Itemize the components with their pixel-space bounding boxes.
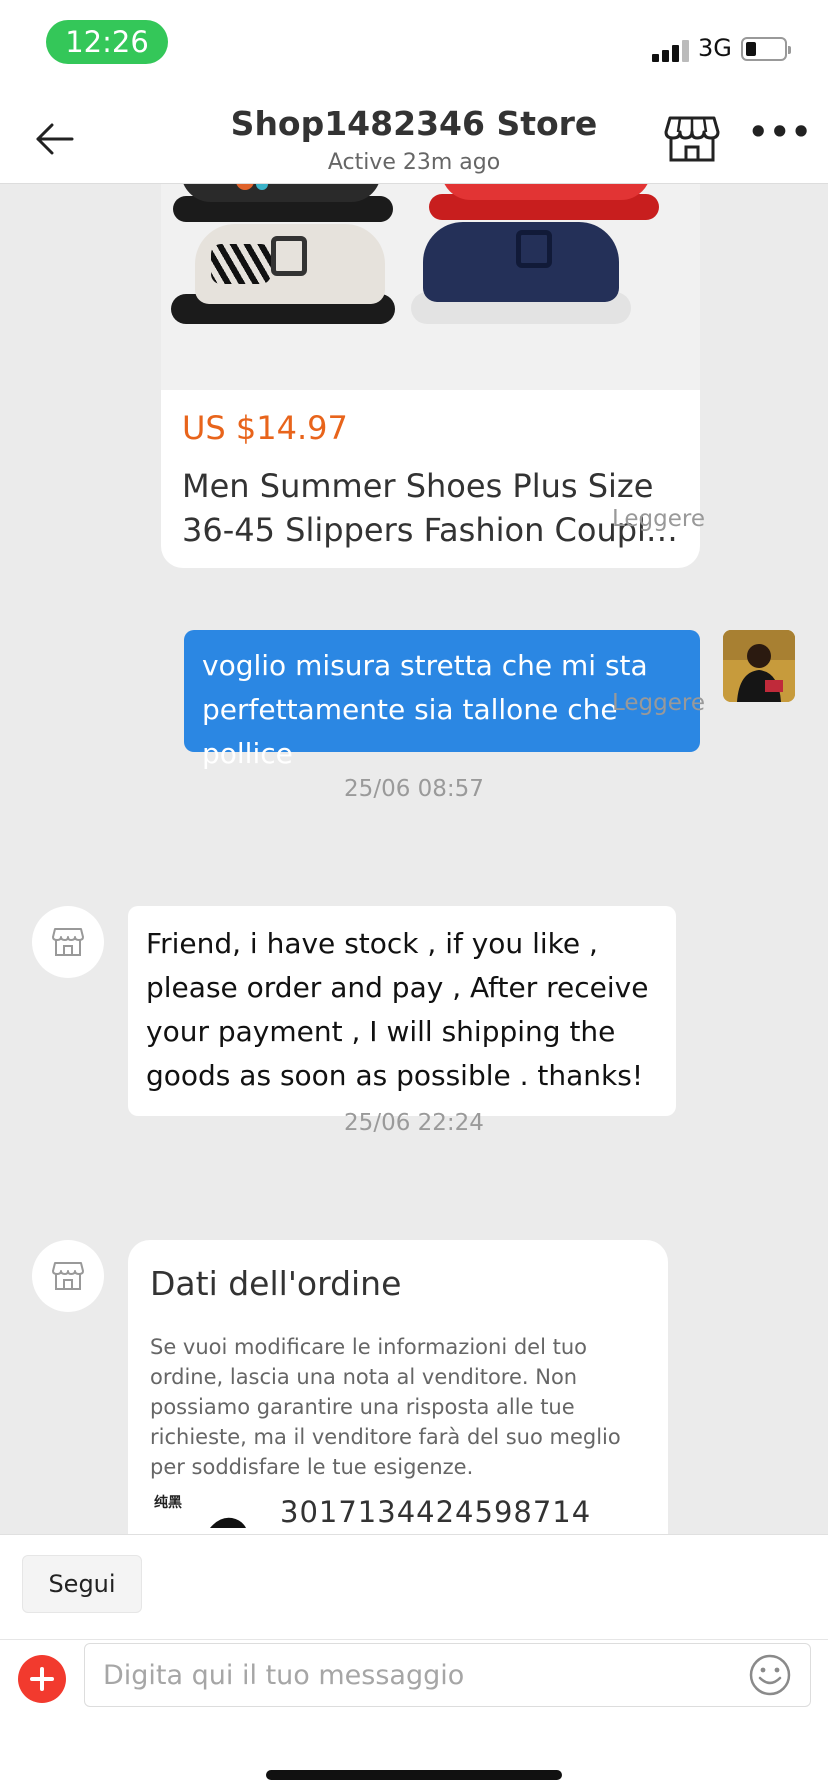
divider — [0, 1639, 828, 1640]
more-horizontal-icon: ••• — [748, 113, 813, 151]
network-type: 3G — [698, 34, 732, 62]
store-avatar[interactable] — [32, 1240, 104, 1312]
storefront-icon — [52, 1262, 84, 1290]
seller-message-bubble: Friend, i have stock , if you like , ple… — [128, 906, 676, 1116]
user-photo — [723, 630, 795, 702]
signal-strength-icon — [652, 38, 690, 62]
battery-icon — [741, 37, 791, 61]
status-bar: 12:26 3G — [0, 0, 828, 92]
storefront-icon — [52, 928, 84, 956]
chat-header: Shop1482346 Store Active 23m ago ••• — [0, 92, 828, 184]
read-receipt: Leggere — [612, 506, 706, 532]
order-number[interactable]: 3017134424598714 — [280, 1495, 591, 1529]
product-name-line-1: Men Summer Shoes Plus Size — [182, 467, 654, 505]
message-composer: Segui — [0, 1534, 828, 1792]
message-input[interactable] — [84, 1643, 811, 1707]
follow-button[interactable]: Segui — [22, 1555, 142, 1613]
order-item-variant: 纯黑 — [154, 1495, 182, 1511]
storefront-icon — [664, 116, 720, 162]
home-indicator[interactable] — [266, 1770, 562, 1780]
more-options-button[interactable]: ••• — [748, 112, 811, 162]
chat-messages[interactable]: US $14.97 Men Summer Shoes Plus Size 36-… — [0, 184, 828, 1534]
product-price: US $14.97 — [182, 409, 348, 447]
order-item-thumbnail — [210, 1517, 246, 1528]
message-timestamp: 25/06 22:24 — [344, 1110, 484, 1136]
store-button[interactable] — [664, 114, 720, 164]
emoji-button[interactable] — [748, 1653, 792, 1697]
status-time: 12:26 — [46, 20, 168, 64]
order-card-title: Dati dell'ordine — [150, 1264, 402, 1303]
order-card-description: Se vuoi modificare le informazioni del t… — [150, 1335, 621, 1479]
emoji-smile-icon — [749, 1654, 791, 1696]
plus-circle-icon[interactable] — [18, 1655, 66, 1703]
message-timestamp: 25/06 08:57 — [344, 776, 484, 802]
store-avatar[interactable] — [32, 906, 104, 978]
user-avatar[interactable] — [723, 630, 795, 702]
read-receipt: Leggere — [612, 690, 706, 716]
product-image — [161, 184, 700, 390]
order-details-card[interactable]: Dati dell'ordine Se vuoi modificare le i… — [128, 1240, 668, 1534]
